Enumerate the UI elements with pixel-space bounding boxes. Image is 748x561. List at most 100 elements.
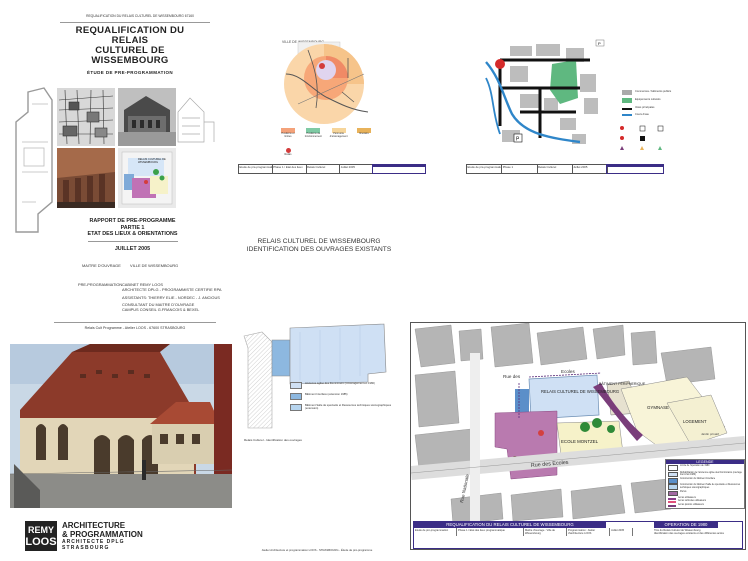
- site-legend-item: Bâtiment Salle de spectacle et Ressource…: [290, 404, 394, 411]
- map-label-gymnase: GYMNASE: [647, 405, 669, 410]
- zone-legend-item: Positions de fonctionnement: [303, 128, 323, 139]
- logo-brand: ARCHITECTURE & PROGRAMMATION ARCHITECTE …: [62, 521, 143, 551]
- street-plan: P P: [485, 39, 605, 144]
- cover-elevation-sketch: [177, 97, 215, 143]
- report-line1: RAPPORT DE PRE-PROGRAMME: [89, 218, 176, 224]
- cover-report-block: RAPPORT DE PRE-PROGRAMME PARTIE 1 ETAT D…: [60, 218, 205, 252]
- street-label-ecoles-short: Ecoles: [561, 369, 575, 374]
- street-strip-accent: [606, 164, 664, 174]
- panel-title-line1: RELAIS CULTUREL DE WISSEMBOURG: [257, 238, 381, 245]
- cover-footer: Relais Cult Programme - Atelier LOOS - 6…: [84, 326, 186, 330]
- strip-cell: Phase 1 / Etat des lieux: [273, 165, 307, 173]
- map-label-jardin: Jardin privatif: [701, 432, 719, 436]
- map-label-relais: RELAIS CULTUREL DE WISSEMBOURG: [541, 389, 619, 394]
- cartouche-cell: Maître d'ouvrage : Ville de Wissembourg: [524, 528, 567, 537]
- site-plan: [243, 323, 387, 429]
- logo-line1: REMY: [27, 525, 54, 535]
- prog-line: ASSISTANTS: THIERRY ELIE - NORDEC - J. A…: [122, 294, 220, 300]
- cover-top-rule: [60, 22, 210, 23]
- zone-marker: Relais: [283, 148, 293, 157]
- street-plan-symbols: [620, 125, 664, 150]
- street-legend-item: Commerces / bâtiments publics: [622, 90, 676, 95]
- cartouche-cell: Programmation : Atelier d'architecture L…: [567, 528, 610, 537]
- marker-label: Relais: [284, 153, 292, 156]
- cover-color-plan-inset: [118, 148, 176, 208]
- brand-line4: STRASBOURG: [62, 545, 110, 551]
- prog-line: CAMPUS CONSEIL G.FRANCOIS & BEXEL: [122, 307, 200, 313]
- moa-label: MAITRE D'OUVRAGE: [82, 263, 121, 268]
- brand-line1: ARCHITECTURE: [62, 521, 126, 530]
- cover-color-photo-interior: [57, 148, 115, 208]
- cover-inset-label: RELAIS CULTUREL DE WISSEMBOURG: [138, 158, 166, 164]
- brand-line2: & PROGRAMMATION: [62, 530, 143, 539]
- parking-p-label: P: [598, 41, 601, 46]
- cover-title-block: REQUALIFICATION DU RELAIS CULTUREL DE WI…: [60, 25, 200, 76]
- map-legend-item: Réhabilitation de l'ancienne église des …: [668, 471, 742, 478]
- map-legend-item: Construction du bâtiment Salle de specta…: [668, 484, 742, 490]
- street-legend-item: Cours d'eau: [622, 113, 676, 116]
- map-label-batiment: BÂTIMENT PÉRIPHERIQUE: [599, 381, 646, 386]
- moa-value: VILLE DE WISSEMBOURG: [130, 263, 179, 268]
- strip-cell: Etude de pré-programmation: [467, 165, 503, 173]
- map-legend-item: Limite de l'opération de 1980: [668, 465, 742, 471]
- cover-bw-photo-church: [118, 88, 176, 146]
- cartouche-cell: Juillet 2005: [610, 528, 633, 537]
- zone-strip-accent: [372, 164, 426, 174]
- map-label-logement: LOGEMENT: [683, 419, 707, 424]
- big-map: Rue des Ecoles Rue des Ecoles Rue Nation…: [411, 323, 745, 549]
- map-cartouche: REQUALIFICATION DU RELAIS CULTUREL DE WI…: [413, 521, 743, 549]
- street-legend-item: Voies principales: [622, 106, 676, 110]
- cover-engraving: [57, 88, 115, 146]
- big-map-frame: Rue des Ecoles Rue des Ecoles Rue Nation…: [410, 322, 746, 550]
- zone-legend-item: Périmètre d'aménagement: [329, 128, 349, 139]
- prog-lines: CABINET REMY LOOS ARCHITECTE DPLG - PROG…: [122, 282, 232, 313]
- cartouche-cell-group: Titre du Relais Culturel de Wissembourg …: [653, 528, 739, 536]
- map-legend-item: Parvis: [668, 490, 742, 497]
- logo-line2: LOOS: [25, 536, 57, 548]
- zone-strip-legend: Etude de pré-programmation Phase 1 / Eta…: [238, 164, 374, 174]
- cover-floorplan-sketch: [15, 87, 53, 233]
- map-legend-item: Construction du bâtiment Interface: [668, 478, 742, 484]
- strip-cell: Phase 1: [502, 165, 538, 173]
- report-line3: ETAT DES LIEUX & ORIENTATIONS: [87, 231, 178, 238]
- cover-title-line1: REQUALIFICATION DU RELAIS: [75, 25, 185, 46]
- street-strip-legend: Etude de pré-programmation Phase 1 Relai…: [466, 164, 608, 174]
- panel-title-line2: IDENTIFICATION DES OUVRAGES EXISTANTS: [246, 246, 392, 254]
- report-date: JUILLET 2005: [114, 245, 151, 252]
- site-legend-item: Ancienne église des Dominicains (Aménage…: [290, 382, 394, 389]
- map-legend-item: Accès piétons utilisateurs: [668, 504, 742, 507]
- site-plan-caption: Relais Culturel - Identification des ouv…: [244, 438, 302, 442]
- prog-label: PRE-PROGRAMMATION: [78, 282, 123, 287]
- map-legend: LEGENDE Limite de l'opération de 1980 Ré…: [665, 459, 745, 509]
- cover-title-line2: CULTUREL DE WISSEMBOURG: [91, 45, 169, 66]
- site-plan-legend: Ancienne église des Dominicains (Aménage…: [290, 382, 394, 411]
- street-plan-legend: Commerces / bâtiments publics Equipement…: [622, 90, 676, 119]
- zone-legend-item: Positions et limites: [278, 128, 298, 139]
- strip-cell: Juillet 2005: [340, 165, 355, 169]
- cartouche-cell: Identification des ouvrages existants et…: [654, 532, 724, 536]
- street-legend-item: Equipements culturels: [622, 98, 676, 103]
- cover-subtitle: ÉTUDE DE PRE-PROGRAMMATION: [86, 70, 174, 75]
- strip-cell: Relais Culturel: [538, 165, 573, 173]
- zone-plan: VILLE DE WISSEMBOURG: [282, 40, 369, 124]
- panel-title: RELAIS CULTUREL DE WISSEMBOURG IDENTIFIC…: [238, 238, 400, 254]
- map-label-ecole: ECOLE MONTZEL: [561, 439, 599, 444]
- church-photo: [10, 344, 232, 508]
- map-legend-item: Accès véhicules utilisateurs: [668, 500, 742, 504]
- remy-loos-logo: REMY LOOS: [25, 521, 57, 551]
- cover-header-small: REQUALIFICATION DU RELAIS CULTUREL DE WI…: [86, 14, 194, 18]
- cartouche-cell: Phase 1 / Etat des lieux programmatique: [457, 528, 524, 537]
- report-rule: [88, 240, 178, 242]
- cartouche-cell: Etude de pré-programmation: [414, 528, 457, 537]
- zone-legend-item: Itinéraire: [354, 128, 374, 139]
- strip-cell: Juillet 2005: [573, 165, 588, 169]
- street-label-rue-des: Rue des: [503, 374, 521, 379]
- site-legend-item: Bâtiment Interface (extension 1985): [290, 393, 394, 400]
- cover-bottom-rule: [54, 322, 216, 323]
- report-line2: PARTIE 1: [120, 224, 145, 231]
- bottom-caption: Atelier Architecture et programmation LO…: [261, 548, 373, 552]
- prog-line: ARCHITECTE DPLG - PROGRAMMISTE CERTIFIE …: [122, 286, 222, 292]
- strip-cell: Relais Culturel: [307, 165, 341, 173]
- zone-plan-legend: Positions et limites Positions de foncti…: [278, 128, 374, 139]
- strip-cell: Etude de pré-programmation: [239, 165, 273, 173]
